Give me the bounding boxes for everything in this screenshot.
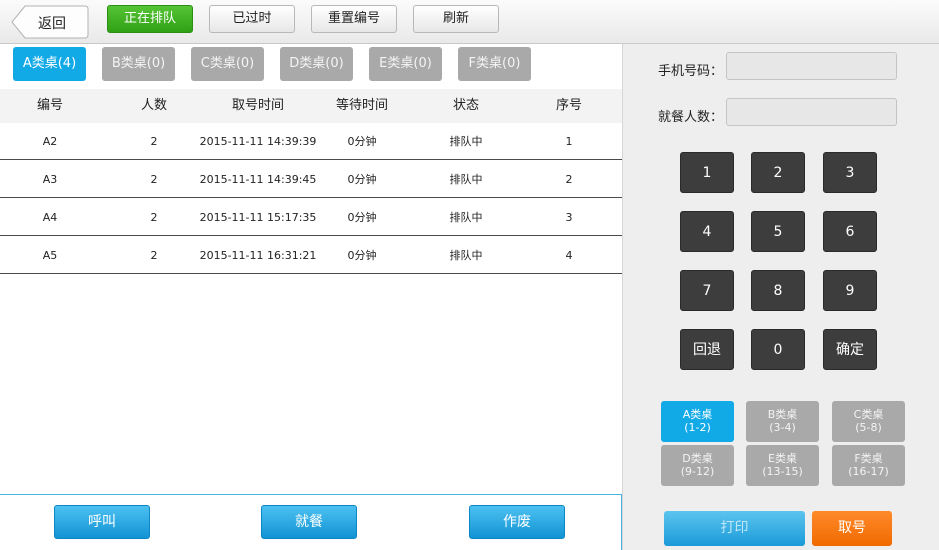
table-type-a[interactable]: A类桌 (1-2) — [661, 401, 734, 442]
tab-table-d[interactable]: D类桌(0) — [280, 47, 353, 81]
table-type-name: E类桌 — [768, 452, 797, 465]
table-type-c[interactable]: C类桌 (5-8) — [832, 401, 905, 442]
keypad-9[interactable]: 9 — [823, 270, 877, 311]
cell-guests: 2 — [150, 135, 158, 148]
cell-take-time: 2015-11-11 14:39:39 — [199, 135, 317, 148]
tab-expired[interactable]: 已过时 — [209, 5, 295, 33]
table-type-range: (9-12) — [680, 465, 715, 478]
cell-guests: 2 — [150, 211, 158, 224]
tab-table-e[interactable]: E类桌(0) — [369, 47, 442, 81]
keypad-1[interactable]: 1 — [680, 152, 734, 193]
table-type-range: (13-15) — [762, 465, 803, 478]
dine-button[interactable]: 就餐 — [261, 505, 357, 539]
table-row[interactable]: A2 2 2015-11-11 14:39:39 0分钟 排队中 1 — [0, 123, 622, 160]
cell-status: 排队中 — [449, 211, 483, 224]
tab-table-f[interactable]: F类桌(0) — [458, 47, 531, 81]
table-type-name: C类桌 — [853, 408, 884, 421]
table-type-range: (1-2) — [684, 421, 711, 434]
cell-guests: 2 — [150, 249, 158, 262]
cell-wait-time: 0分钟 — [347, 173, 377, 186]
keypad-backspace[interactable]: 回退 — [680, 329, 734, 370]
cell-take-time: 2015-11-11 14:39:45 — [199, 173, 317, 186]
header-number: 编号 — [36, 98, 64, 113]
cell-sequence: 2 — [565, 173, 573, 186]
table-type-name: B类桌 — [767, 408, 798, 421]
top-toolbar: 返回 正在排队 已过时 重置编号 刷新 — [0, 0, 939, 44]
table-type-name: A类桌 — [682, 408, 713, 421]
cell-number: A3 — [42, 173, 58, 186]
table-row[interactable]: A5 2 2015-11-11 16:31:21 0分钟 排队中 4 — [0, 237, 622, 274]
take-number-panel: 手机号码： 就餐人数： 1 2 3 4 5 6 7 8 9 回退 0 确定 A类… — [622, 44, 939, 550]
cell-status: 排队中 — [449, 135, 483, 148]
tab-table-b[interactable]: B类桌(0) — [102, 47, 175, 81]
keypad-0[interactable]: 0 — [751, 329, 805, 370]
keypad-2[interactable]: 2 — [751, 152, 805, 193]
cell-take-time: 2015-11-11 16:31:21 — [199, 249, 317, 262]
refresh-button[interactable]: 刷新 — [413, 5, 499, 33]
cell-number: A2 — [42, 135, 58, 148]
keypad-7[interactable]: 7 — [680, 270, 734, 311]
keypad-5[interactable]: 5 — [751, 211, 805, 252]
cell-status: 排队中 — [449, 249, 483, 262]
keypad-confirm[interactable]: 确定 — [823, 329, 877, 370]
call-button[interactable]: 呼叫 — [54, 505, 150, 539]
table-type-d[interactable]: D类桌 (9-12) — [661, 445, 734, 486]
header-status: 状态 — [452, 98, 480, 113]
keypad-4[interactable]: 4 — [680, 211, 734, 252]
table-row[interactable]: A3 2 2015-11-11 14:39:45 0分钟 排队中 2 — [0, 161, 622, 198]
table-type-b[interactable]: B类桌 (3-4) — [746, 401, 819, 442]
table-type-range: (16-17) — [848, 465, 889, 478]
guests-label: 就餐人数： — [658, 110, 724, 125]
phone-label: 手机号码： — [658, 64, 724, 79]
back-button[interactable]: 返回 — [11, 5, 89, 39]
phone-input[interactable] — [726, 52, 897, 80]
header-wait-time: 等待时间 — [335, 98, 389, 113]
table-type-f[interactable]: F类桌 (16-17) — [832, 445, 905, 486]
action-bar: 呼叫 就餐 作废 — [0, 494, 622, 550]
table-type-e[interactable]: E类桌 (13-15) — [746, 445, 819, 486]
keypad-3[interactable]: 3 — [823, 152, 877, 193]
cell-sequence: 4 — [565, 249, 573, 262]
tab-table-a[interactable]: A类桌(4) — [13, 47, 86, 81]
reset-number-button[interactable]: 重置编号 — [311, 5, 397, 33]
cell-wait-time: 0分钟 — [347, 135, 377, 148]
cell-sequence: 3 — [565, 211, 573, 224]
queue-table-header: 编号 人数 取号时间 等待时间 状态 序号 — [0, 89, 622, 123]
header-sequence: 序号 — [555, 98, 583, 113]
header-guests: 人数 — [140, 98, 168, 113]
back-button-label: 返回 — [38, 16, 66, 32]
table-row[interactable]: A4 2 2015-11-11 15:17:35 0分钟 排队中 3 — [0, 199, 622, 236]
guests-input[interactable] — [726, 98, 897, 126]
table-type-range: (5-8) — [855, 421, 882, 434]
cell-number: A5 — [42, 249, 58, 262]
table-type-name: F类桌 — [854, 452, 883, 465]
cell-guests: 2 — [150, 173, 158, 186]
cell-take-time: 2015-11-11 15:17:35 — [199, 211, 317, 224]
void-button[interactable]: 作废 — [469, 505, 565, 539]
header-take-time: 取号时间 — [231, 98, 285, 113]
table-type-range: (3-4) — [769, 421, 796, 434]
table-type-name: D类桌 — [682, 452, 713, 465]
keypad-8[interactable]: 8 — [751, 270, 805, 311]
cell-sequence: 1 — [565, 135, 573, 148]
cell-wait-time: 0分钟 — [347, 249, 377, 262]
take-number-button[interactable]: 取号 — [812, 511, 892, 546]
cell-wait-time: 0分钟 — [347, 211, 377, 224]
print-button[interactable]: 打印 — [664, 511, 805, 546]
cell-status: 排队中 — [449, 173, 483, 186]
keypad-6[interactable]: 6 — [823, 211, 877, 252]
table-type-tabs: A类桌(4) B类桌(0) C类桌(0) D类桌(0) E类桌(0) F类桌(0… — [0, 44, 622, 90]
tab-table-c[interactable]: C类桌(0) — [191, 47, 264, 81]
tab-queueing[interactable]: 正在排队 — [107, 5, 193, 33]
cell-number: A4 — [42, 211, 58, 224]
